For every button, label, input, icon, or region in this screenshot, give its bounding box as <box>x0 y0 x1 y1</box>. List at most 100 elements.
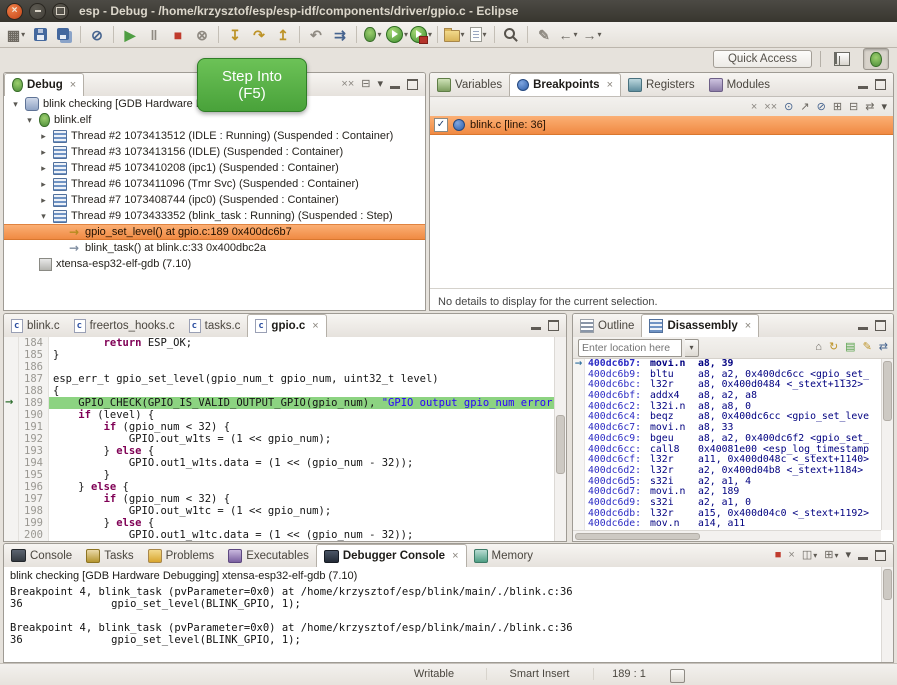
collapse-all-button[interactable]: ⊟ <box>361 79 370 90</box>
tab-gpio-c[interactable]: gpio.c× <box>247 314 326 337</box>
show-source-button[interactable]: ▤ <box>845 342 855 353</box>
drop-to-frame-button[interactable]: ↶ <box>304 24 328 46</box>
tree-item[interactable]: →blink_task() at blink.c:33 0x400dbc2a <box>4 240 425 256</box>
tab-disassembly[interactable]: Disassembly× <box>641 314 759 337</box>
search-button[interactable] <box>499 24 523 46</box>
tab-outline[interactable]: Outline <box>573 314 641 337</box>
expander-collapsed-icon[interactable]: ▸ <box>38 131 49 142</box>
disassembly-line[interactable]: 400dc6c9:bgeua8, a2, 0x400dc6f2 <gpio_se… <box>573 434 881 445</box>
disassembly-vertical-scrollbar[interactable] <box>881 359 893 530</box>
tab-breakpoints[interactable]: Breakpoints× <box>509 73 621 96</box>
code-text[interactable]: GPIO.out_w1ts = (1 << gpio_num); <box>49 433 566 445</box>
track-expression-button[interactable]: ✎ <box>863 342 872 353</box>
code-text[interactable] <box>49 361 566 373</box>
terminate-button[interactable]: ■ <box>775 550 782 561</box>
maximize-button[interactable] <box>548 320 559 331</box>
tab-executables[interactable]: Executables <box>221 544 316 567</box>
tab-blink-c[interactable]: blink.c <box>4 314 67 337</box>
view-menu-button[interactable]: ▾ <box>845 550 851 561</box>
code-text[interactable]: } else { <box>49 445 566 457</box>
code-text[interactable]: GPIO.out1_w1tc.data = (1 << (gpio_num - … <box>49 529 566 541</box>
disconnect-button[interactable]: ⊗ <box>190 24 214 46</box>
tree-item[interactable]: ▾blink.elf <box>4 112 425 128</box>
scrollbar-thumb[interactable] <box>883 569 892 600</box>
remove-launch-button[interactable]: × <box>788 550 794 561</box>
expand-all-button[interactable]: ⊞ <box>833 102 842 113</box>
minimize-button[interactable] <box>531 322 541 330</box>
link-with-debug-view-button[interactable]: ⇄ <box>865 102 874 113</box>
close-icon[interactable]: × <box>452 550 458 562</box>
refresh-button[interactable]: ↻ <box>829 342 838 353</box>
expander-collapsed-icon[interactable]: ▸ <box>38 179 49 190</box>
code-text[interactable]: { <box>49 385 566 397</box>
disassembly-line[interactable]: 400dc6de:mov.na14, a11 <box>573 519 881 530</box>
expander-expanded-icon[interactable]: ▾ <box>10 99 21 110</box>
remove-breakpoint-button[interactable]: × <box>751 102 757 113</box>
code-text[interactable]: } else { <box>49 517 566 529</box>
maximize-button[interactable] <box>407 79 418 90</box>
code-text[interactable]: } else { <box>49 481 566 493</box>
tab-debug[interactable]: Debug× <box>4 73 84 96</box>
quick-access-button[interactable]: Quick Access <box>713 50 812 68</box>
display-selected-console-button[interactable]: ◫▾ <box>802 550 817 561</box>
code-text[interactable]: esp_err_t gpio_set_level(gpio_num_t gpio… <box>49 373 566 385</box>
tree-item[interactable]: →gpio_set_level() at gpio.c:189 0x400dc6… <box>4 224 425 240</box>
code-text[interactable]: } <box>49 349 566 361</box>
skip-all-breakpoints-button[interactable]: ⊘ <box>817 102 826 113</box>
step-over-button[interactable]: ↷ <box>247 24 271 46</box>
tab-modules[interactable]: Modules <box>702 73 777 96</box>
tab-freertos-hooks-c[interactable]: freertos_hooks.c <box>67 314 182 337</box>
close-icon[interactable]: × <box>312 320 318 332</box>
code-text[interactable]: GPIO.out_w1tc = (1 << gpio_num); <box>49 505 566 517</box>
expander-collapsed-icon[interactable]: ▸ <box>38 147 49 158</box>
forward-button[interactable]: →▾ <box>580 24 604 46</box>
remove-all-terminated-button[interactable]: ×× <box>341 79 354 90</box>
collapse-all-button[interactable]: ⊟ <box>849 102 858 113</box>
open-console-button[interactable]: ⊞▾ <box>824 550 838 561</box>
expander-collapsed-icon[interactable]: ▸ <box>38 163 49 174</box>
code-text[interactable]: if (gpio_num < 32) { <box>49 493 566 505</box>
code-text[interactable]: if (gpio_num < 32) { <box>49 421 566 433</box>
disassembly-line[interactable]: 400dc6d2:l32ra2, 0x400d04b8 <_stext+1184… <box>573 466 881 477</box>
window-close-button[interactable]: × <box>6 3 23 20</box>
tree-item[interactable]: ▸Thread #6 1073411096 (Tmr Svc) (Suspend… <box>4 176 425 192</box>
go-to-file-button[interactable]: ↗ <box>800 102 809 113</box>
maximize-button[interactable] <box>875 79 886 90</box>
console-vertical-scrollbar[interactable] <box>881 567 893 662</box>
breakpoint-item[interactable]: ✓ blink.c [line: 36] <box>430 116 893 135</box>
close-icon[interactable]: × <box>70 79 76 91</box>
tree-item[interactable]: ▸Thread #7 1073408744 (ipc0) (Suspended … <box>4 192 425 208</box>
tab-debugger-console[interactable]: Debugger Console× <box>316 544 467 567</box>
tree-item[interactable]: ▸Thread #3 1073413156 (IDLE) (Suspended … <box>4 144 425 160</box>
location-input[interactable] <box>578 339 682 357</box>
tree-item[interactable]: ▸Thread #5 1073410208 (ipc1) (Suspended … <box>4 160 425 176</box>
status-icon[interactable] <box>670 669 685 683</box>
minimize-button[interactable] <box>390 81 400 89</box>
instruction-stepping-button[interactable]: ⇉ <box>328 24 352 46</box>
tab-problems[interactable]: Problems <box>141 544 222 567</box>
breakpoint-checkbox[interactable]: ✓ <box>434 118 448 132</box>
tab-memory[interactable]: Memory <box>467 544 541 567</box>
expander-expanded-icon[interactable]: ▾ <box>24 115 35 126</box>
new-c-project-button[interactable]: ▾ <box>442 24 466 46</box>
scrollbar-thumb[interactable] <box>556 415 565 474</box>
save-button[interactable] <box>28 24 52 46</box>
code-text[interactable]: } <box>49 469 566 481</box>
debug-perspective-button[interactable] <box>863 48 889 70</box>
tree-item[interactable]: xtensa-esp32-elf-gdb (7.10) <box>4 256 425 272</box>
new-button[interactable]: ▦▾ <box>4 24 28 46</box>
debug-button[interactable]: ▾ <box>361 24 385 46</box>
suspend-button[interactable]: ‖ <box>142 24 166 46</box>
close-icon[interactable]: × <box>745 320 751 332</box>
editor-vertical-scrollbar[interactable] <box>554 337 566 541</box>
tab-registers[interactable]: Registers <box>621 73 702 96</box>
code-text[interactable]: if (level) { <box>49 409 566 421</box>
expander-expanded-icon[interactable]: ▾ <box>38 211 49 222</box>
minimize-button[interactable] <box>858 322 868 330</box>
tab-console[interactable]: Console <box>4 544 79 567</box>
terminate-button[interactable]: ■ <box>166 24 190 46</box>
new-c-file-button[interactable]: ▾ <box>466 24 490 46</box>
disassembly-horizontal-scrollbar[interactable] <box>573 530 881 541</box>
minimize-button[interactable] <box>858 81 868 89</box>
minimize-button[interactable] <box>858 552 868 560</box>
